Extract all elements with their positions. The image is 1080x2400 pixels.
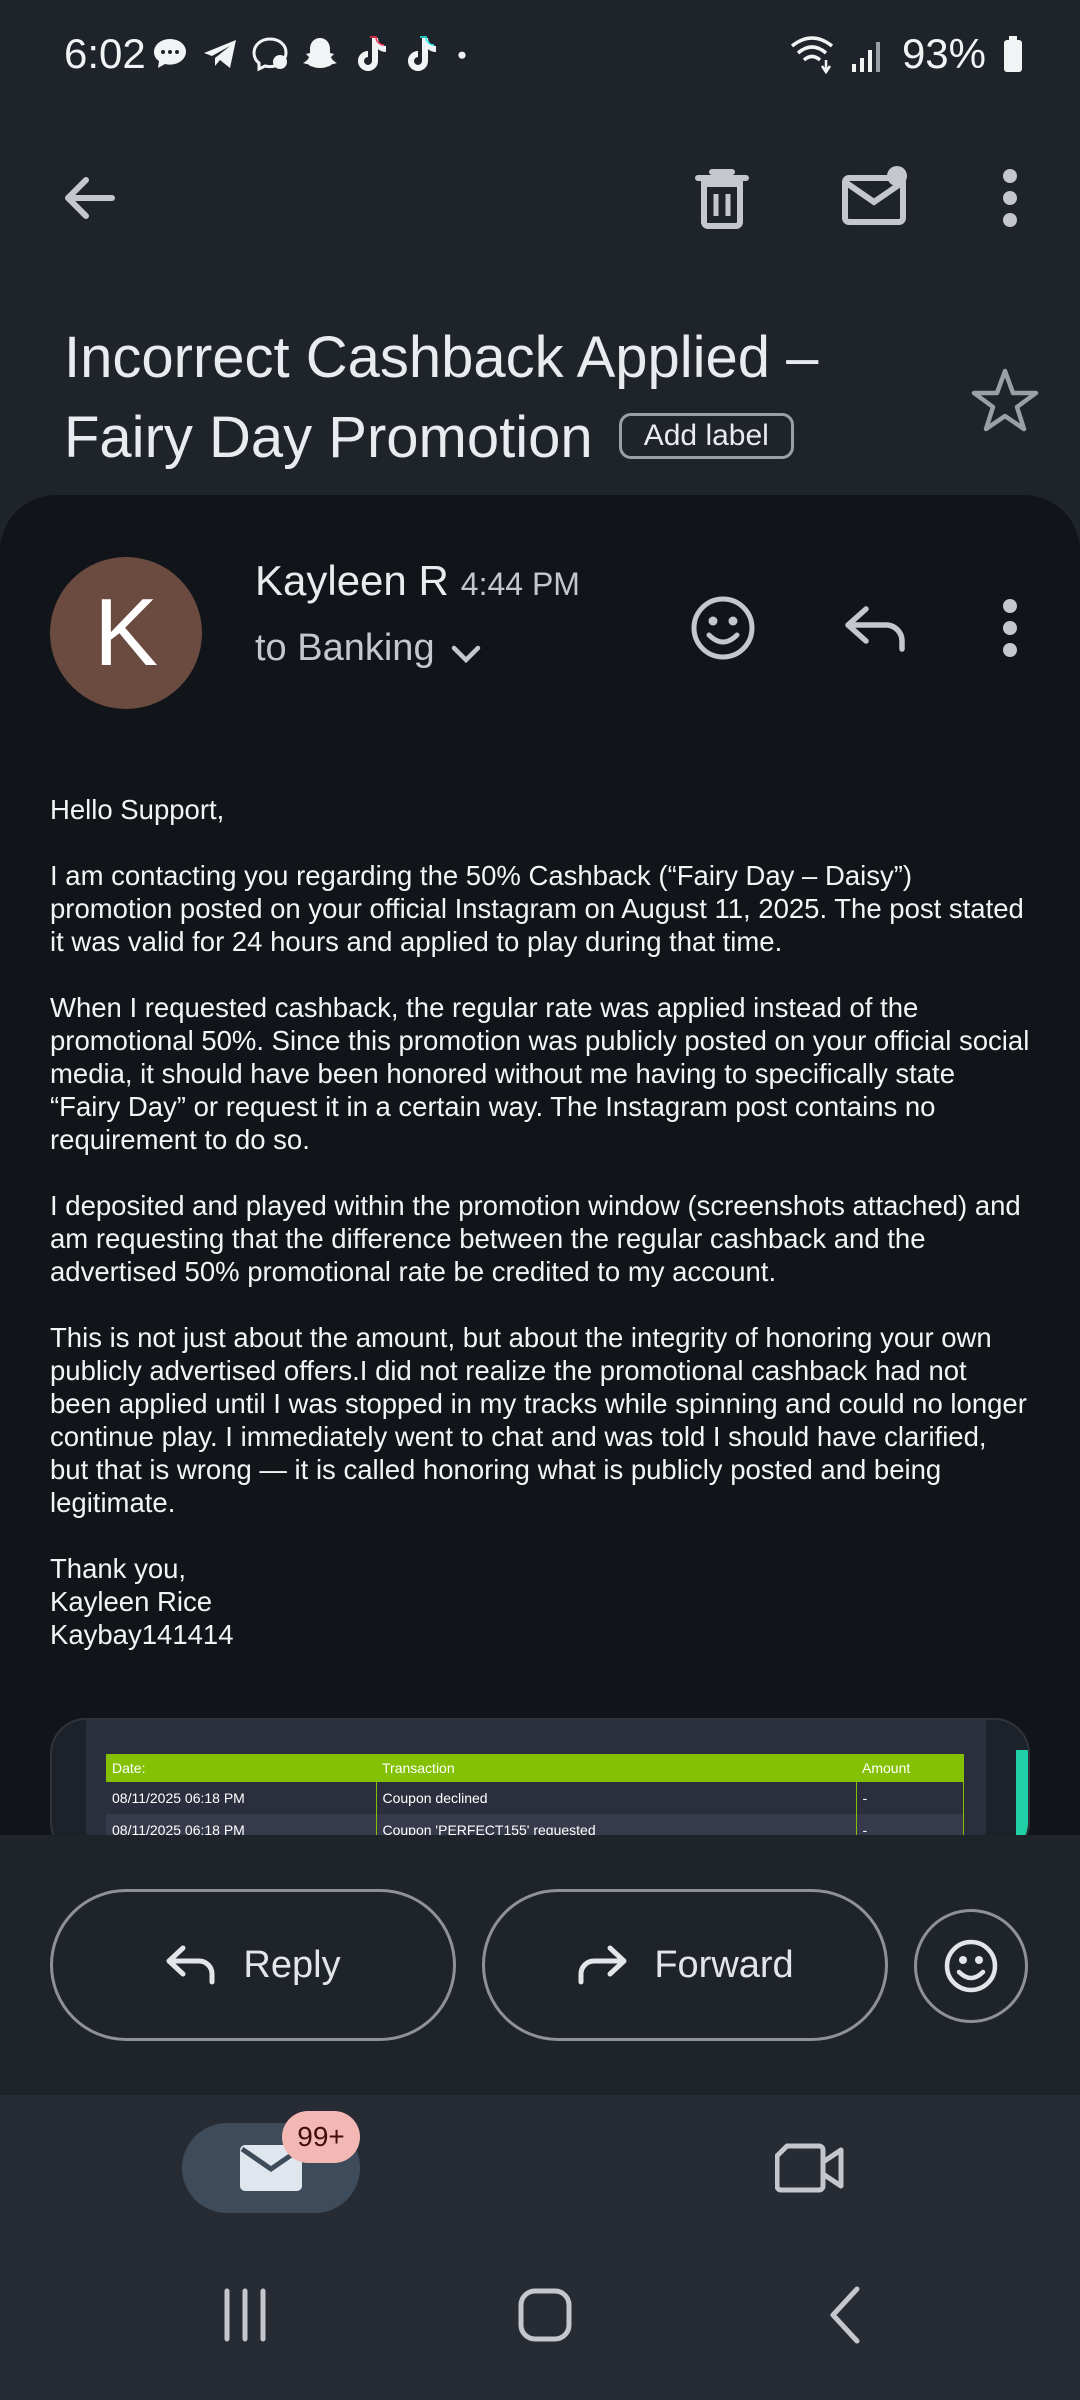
telegram-icon (204, 40, 236, 68)
body-paragraph: This is not just about the amount, but a… (50, 1322, 1027, 1518)
recipient-details-toggle[interactable]: to Banking (255, 627, 483, 670)
chevron-down-icon (451, 645, 480, 663)
messenger-icon (252, 37, 288, 72)
forward-label: Forward (654, 1943, 794, 1986)
attachment-image: Date: Transaction Amount 08/11/2025 06:1… (86, 1720, 986, 1835)
emoji-icon (944, 1939, 998, 1993)
tiktok-icon (408, 36, 436, 71)
reply-action-bar: Reply Forward (0, 1835, 1080, 2095)
message-more-icon[interactable] (978, 585, 1042, 671)
messages-icon (154, 39, 186, 68)
sender-line: Kayleen R 4:44 PM (255, 557, 580, 605)
tiktok-icon (358, 36, 386, 71)
table-row: 08/11/2025 06:18 PM Coupon 'PERFECT155' … (106, 1814, 964, 1835)
bottom-navigation: 99+ (0, 2095, 1080, 2255)
table-cell: 08/11/2025 06:18 PM (106, 1782, 377, 1814)
avatar[interactable]: K (50, 557, 202, 709)
signoff-name: Kayleen Rice (50, 1586, 213, 1617)
email-subject: Incorrect Cashback Applied – Fairy Day P… (64, 318, 944, 478)
table-cell: - (856, 1782, 964, 1814)
notification-icons (150, 30, 474, 78)
reply-icon (166, 1945, 215, 1985)
table-header: Transaction (376, 1754, 856, 1782)
emoji-react-icon[interactable] (680, 585, 766, 671)
unread-badge: 99+ (282, 2111, 360, 2163)
reply-icon[interactable] (830, 585, 920, 671)
star-icon[interactable] (960, 355, 1050, 445)
attachment-preview[interactable]: Date: Transaction Amount 08/11/2025 06:1… (50, 1718, 1030, 1835)
transaction-table: Date: Transaction Amount 08/11/2025 06:1… (106, 1754, 964, 1835)
message-card: K Kayleen R 4:44 PM to Banking Hello Supp… (0, 495, 1080, 1835)
signoff-username: Kaybay141414 (50, 1619, 234, 1650)
message-body: Hello Support, I am contacting you regar… (50, 793, 1030, 1651)
table-header: Date: (106, 1754, 376, 1782)
video-camera-icon (775, 2143, 844, 2193)
recents-icon[interactable] (200, 2275, 290, 2355)
back-arrow-icon[interactable] (40, 150, 136, 246)
meet-tab[interactable] (760, 2123, 860, 2213)
sender-name: Kayleen R (255, 557, 449, 604)
add-label-chip[interactable]: Add label (618, 412, 794, 459)
status-time: 6:02 (64, 30, 146, 77)
table-cell: Coupon declined (376, 1782, 857, 1814)
forward-button[interactable]: Forward (482, 1889, 888, 2041)
battery-percent: 93% (901, 30, 986, 77)
mark-unread-icon[interactable] (826, 150, 926, 246)
recipient-text: to Banking (255, 627, 435, 669)
reply-label: Reply (243, 1943, 341, 1986)
table-row: 08/11/2025 06:18 PM Coupon declined - (106, 1782, 964, 1814)
delete-icon[interactable] (674, 150, 770, 246)
system-navigation-bar (0, 2255, 1080, 2400)
body-paragraph: I am contacting you regarding the 50% Ca… (50, 860, 1024, 957)
top-app-bar (0, 130, 1080, 260)
signal-icon (851, 42, 880, 72)
home-icon[interactable] (500, 2275, 590, 2355)
attachment-edge (1016, 1750, 1028, 1835)
table-header: Amount (856, 1754, 964, 1782)
message-time: 4:44 PM (460, 566, 580, 602)
table-cell: Coupon 'PERFECT155' requested (376, 1814, 857, 1835)
table-cell: - (856, 1814, 964, 1835)
forward-icon (578, 1945, 627, 1985)
body-paragraph: When I requested cashback, the regular r… (50, 992, 1030, 1155)
table-cell: 08/11/2025 06:18 PM (106, 1814, 377, 1835)
signoff-line: Thank you, (50, 1553, 187, 1584)
wifi-icon (790, 36, 834, 74)
body-paragraph: I deposited and played within the promot… (50, 1190, 1021, 1287)
snapchat-icon (303, 38, 337, 68)
back-nav-icon[interactable] (800, 2275, 890, 2355)
status-bar: 6:02 93% (0, 0, 1080, 110)
body-paragraph: Hello Support, (50, 794, 225, 825)
dot-icon (458, 51, 466, 59)
emoji-reaction-button[interactable] (914, 1909, 1028, 2023)
reply-button[interactable]: Reply (50, 1889, 456, 2041)
more-vert-icon[interactable] (978, 150, 1042, 246)
battery-icon (1004, 36, 1022, 72)
